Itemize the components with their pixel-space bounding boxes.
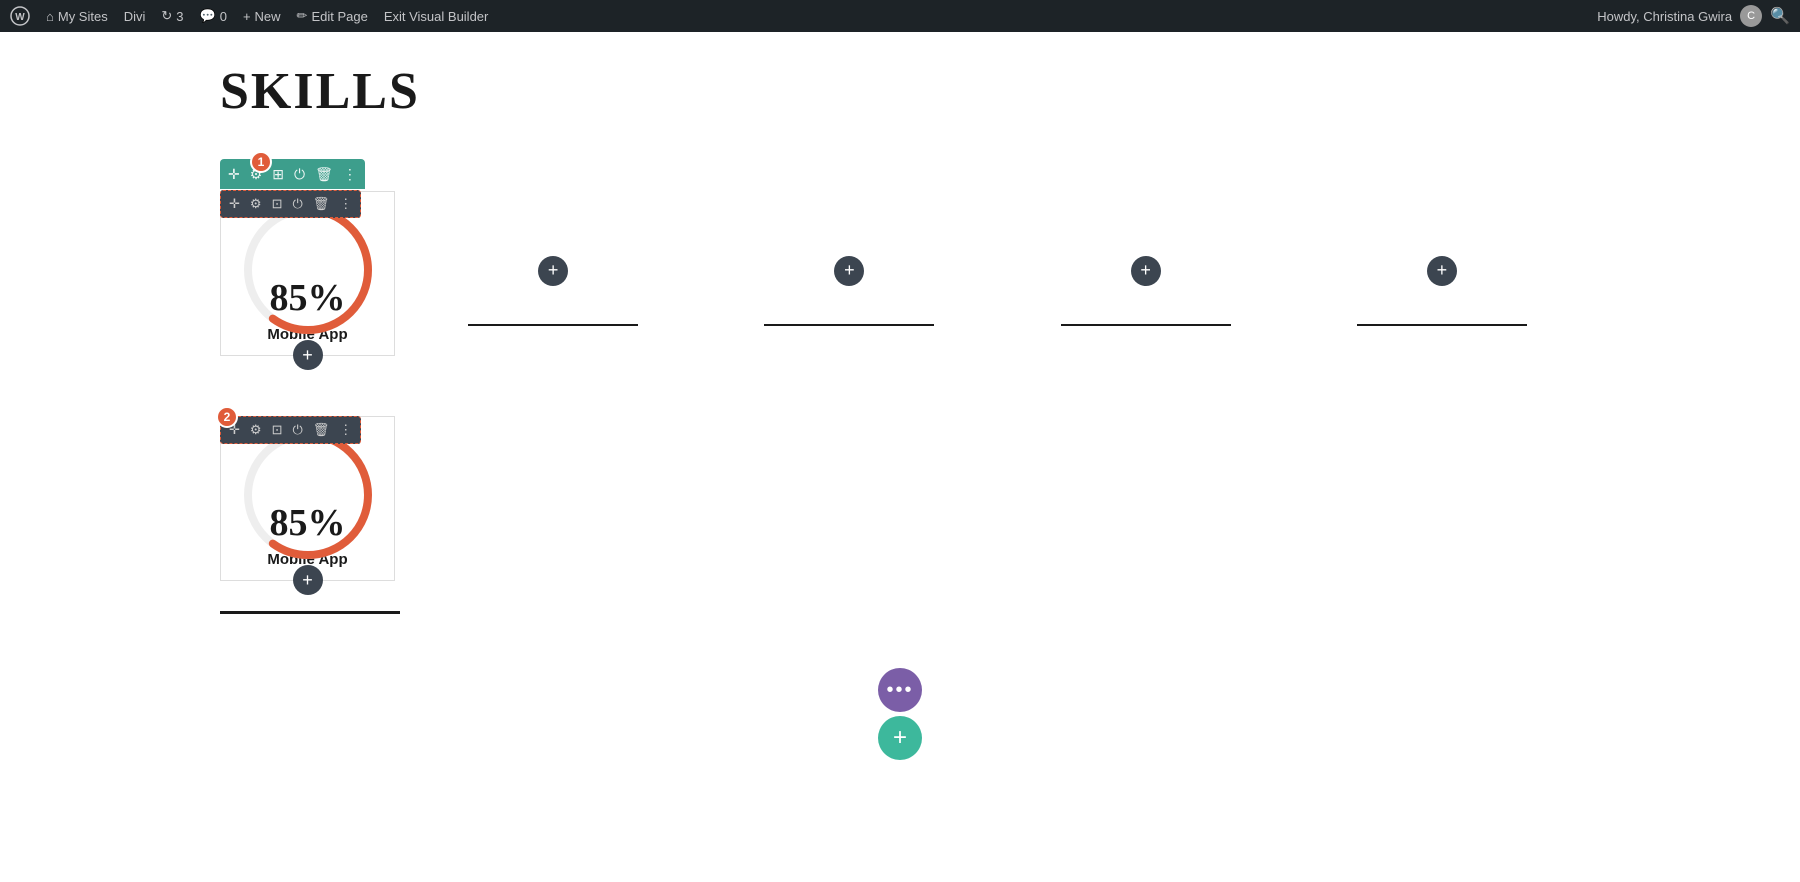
avatar[interactable]: C — [1740, 5, 1762, 27]
placeholder-col-3: + — [711, 191, 987, 356]
section-delete-icon[interactable]: 🗑 — [315, 166, 333, 183]
section-toggle-icon[interactable]: ⏻ — [294, 166, 305, 183]
search-icon[interactable]: 🔍 — [1770, 6, 1790, 26]
builder-row-2: 2 ✛ ⚙ ⊡ ⏻ 🗑 ⋮ — [220, 416, 1580, 581]
new-btn[interactable]: + New — [243, 9, 281, 24]
page-title: SKILLS — [220, 62, 1580, 121]
placeholder-col-5: + — [1304, 191, 1580, 356]
row-more-icon-1[interactable]: ⋮ — [339, 196, 352, 212]
add-module-btn-2[interactable]: + — [293, 565, 323, 595]
section-1: ✛ ⚙ ⊞ ⏻ 🗑 ⋮ 1 ✛ ⚙ ⊡ ⏻ 🗑 — [220, 191, 1580, 356]
my-sites-btn[interactable]: ⌂ My Sites — [46, 9, 108, 24]
section-more-icon[interactable]: ⋮ — [343, 166, 357, 183]
placeholder-line-3 — [764, 324, 934, 326]
placeholder-line-2 — [468, 324, 638, 326]
exit-builder-btn[interactable]: Exit Visual Builder — [384, 9, 489, 24]
add-col-btn-5[interactable]: + — [1427, 256, 1457, 286]
progress-circle-2 — [238, 425, 378, 565]
placeholder-line-5 — [1357, 324, 1527, 326]
builder-area: ✛ ⚙ ⊞ ⏻ 🗑 ⋮ 1 ✛ ⚙ ⊡ ⏻ 🗑 — [220, 151, 1580, 614]
row-toolbar-1: ✛ ⚙ ⊡ ⏻ 🗑 ⋮ — [220, 190, 361, 218]
edit-page-btn[interactable]: ✏ Edit Page — [297, 8, 368, 24]
section-drag-icon[interactable]: ✛ — [228, 166, 240, 183]
fab-add-btn[interactable]: + — [878, 716, 922, 760]
row-drag-icon-1[interactable]: ✛ — [229, 196, 240, 212]
section-divider — [220, 611, 400, 614]
fab-more-btn[interactable]: ••• — [878, 668, 922, 712]
section-2: 2 ✛ ⚙ ⊡ ⏻ 🗑 ⋮ — [220, 416, 1580, 614]
placeholder-col-4: + — [1008, 191, 1284, 356]
row-duplicate-icon-2[interactable]: ⊡ — [272, 422, 283, 438]
section-badge-1: 1 — [250, 151, 272, 173]
add-col-btn-2[interactable]: + — [538, 256, 568, 286]
builder-row-1: ✛ ⚙ ⊡ ⏻ 🗑 ⋮ — [220, 191, 1580, 356]
comments-btn[interactable]: 💬 0 — [200, 8, 227, 24]
placeholder-line-4 — [1061, 324, 1231, 326]
progress-circle-1 — [238, 200, 378, 340]
row-delete-icon-1[interactable]: 🗑 — [313, 196, 330, 212]
svg-text:W: W — [15, 12, 25, 23]
add-module-btn-1[interactable]: + — [293, 340, 323, 370]
row-toggle-icon-2[interactable]: ⏻ — [292, 422, 302, 438]
updates-btn[interactable]: ↻ 3 — [161, 8, 183, 24]
row-more-icon-2[interactable]: ⋮ — [339, 422, 352, 438]
row-toolbar-2: ✛ ⚙ ⊡ ⏻ 🗑 ⋮ — [220, 416, 361, 444]
section-toolbar-1: ✛ ⚙ ⊞ ⏻ 🗑 ⋮ 1 — [220, 159, 365, 189]
section-duplicate-icon[interactable]: ⊞ — [272, 166, 284, 183]
wp-logo-btn[interactable]: W — [10, 6, 30, 26]
row-delete-icon-2[interactable]: 🗑 — [313, 422, 330, 438]
row-toggle-icon-1[interactable]: ⏻ — [292, 196, 302, 212]
row-settings-icon-2[interactable]: ⚙ — [250, 422, 262, 438]
row-settings-icon-1[interactable]: ⚙ — [250, 196, 262, 212]
row-duplicate-icon-1[interactable]: ⊡ — [272, 196, 283, 212]
admin-bar: W ⌂ My Sites Divi ↻ 3 💬 0 + New ✏ Edit P… — [0, 0, 1800, 32]
module-badge-2: 2 — [216, 406, 238, 428]
add-col-btn-3[interactable]: + — [834, 256, 864, 286]
admin-bar-right: Howdy, Christina Gwira C 🔍 — [1597, 5, 1790, 27]
placeholder-col-2: + — [415, 191, 691, 356]
divi-btn[interactable]: Divi — [124, 9, 146, 24]
module-col-2: 2 ✛ ⚙ ⊡ ⏻ 🗑 ⋮ — [220, 416, 395, 581]
module-col-1: ✛ ⚙ ⊡ ⏻ 🗑 ⋮ — [220, 191, 395, 356]
add-col-btn-4[interactable]: + — [1131, 256, 1161, 286]
floating-actions: ••• + — [878, 668, 922, 760]
